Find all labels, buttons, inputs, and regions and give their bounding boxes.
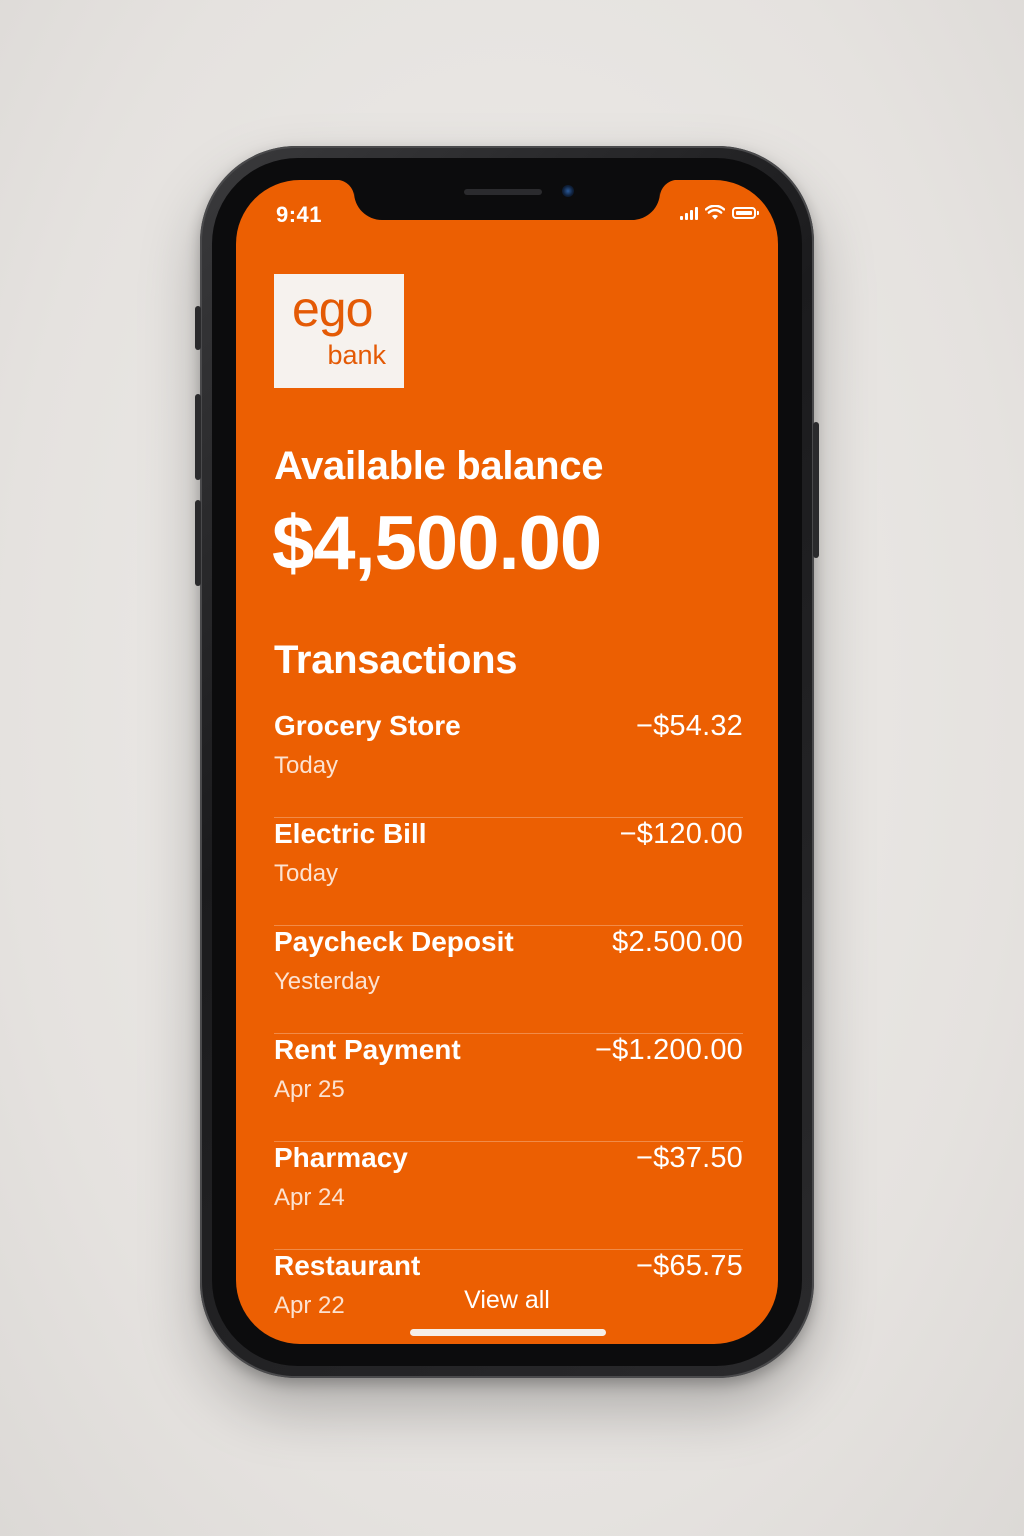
transaction-date: Apr 24 <box>274 1184 345 1211</box>
battery-icon <box>732 206 759 219</box>
view-all-container: View all <box>236 1286 778 1315</box>
logo-wordmark: ego <box>292 281 373 337</box>
volume-down-button <box>195 500 201 586</box>
app-screen: 9:41 ego bank Available balance $4,500.0… <box>236 180 778 1344</box>
transaction-date: Yesterday <box>274 968 380 995</box>
mute-switch <box>195 306 201 350</box>
transactions-title: Transactions <box>274 638 518 682</box>
transaction-row[interactable]: Pharmacy Apr 24 −$37.50 <box>274 1142 743 1250</box>
transaction-name: Pharmacy <box>274 1142 408 1173</box>
transaction-amount: −$1.200.00 <box>595 1034 743 1066</box>
transaction-name: Restaurant <box>274 1250 421 1281</box>
cellular-signal-icon <box>680 206 698 220</box>
logo-subtitle: bank <box>327 340 386 370</box>
transaction-row[interactable]: Paycheck Deposit Yesterday $2.500.00 <box>274 926 743 1034</box>
transaction-date: Today <box>274 860 339 887</box>
front-camera-icon <box>562 185 574 197</box>
balance-amount: $4,500.00 <box>272 501 602 586</box>
brand-logo: ego bank <box>274 274 404 388</box>
transaction-row[interactable]: Electric Bill Today −$120.00 <box>274 818 743 926</box>
status-icons <box>680 205 759 220</box>
transaction-amount: −$120.00 <box>619 818 743 850</box>
transaction-date: Apr 25 <box>274 1076 345 1103</box>
volume-up-button <box>195 394 201 480</box>
transaction-amount: −$65.75 <box>635 1250 743 1282</box>
power-button <box>813 422 819 558</box>
transaction-row[interactable]: Grocery Store Today −$54.32 <box>274 710 743 818</box>
transaction-amount: −$54.32 <box>635 710 743 742</box>
speaker-grille <box>464 189 542 195</box>
wifi-icon <box>705 205 725 220</box>
transaction-name: Paycheck Deposit <box>274 926 514 957</box>
transaction-name: Rent Payment <box>274 1034 461 1065</box>
status-time: 9:41 <box>276 202 323 227</box>
transaction-amount: −$37.50 <box>635 1142 743 1174</box>
transaction-date: Today <box>274 752 339 779</box>
background: 9:41 ego bank Available balance $4,500.0… <box>0 0 1024 1536</box>
view-all-link[interactable]: View all <box>464 1286 550 1314</box>
balance-label: Available balance <box>274 444 604 488</box>
notch <box>336 180 678 220</box>
transaction-name: Grocery Store <box>274 710 461 741</box>
transaction-name: Electric Bill <box>274 818 427 849</box>
transaction-amount: $2.500.00 <box>612 926 743 958</box>
home-indicator[interactable] <box>410 1329 606 1336</box>
transaction-row[interactable]: Rent Payment Apr 25 −$1.200.00 <box>274 1034 743 1142</box>
transaction-list: Grocery Store Today −$54.32 Electric Bil… <box>274 710 743 1344</box>
